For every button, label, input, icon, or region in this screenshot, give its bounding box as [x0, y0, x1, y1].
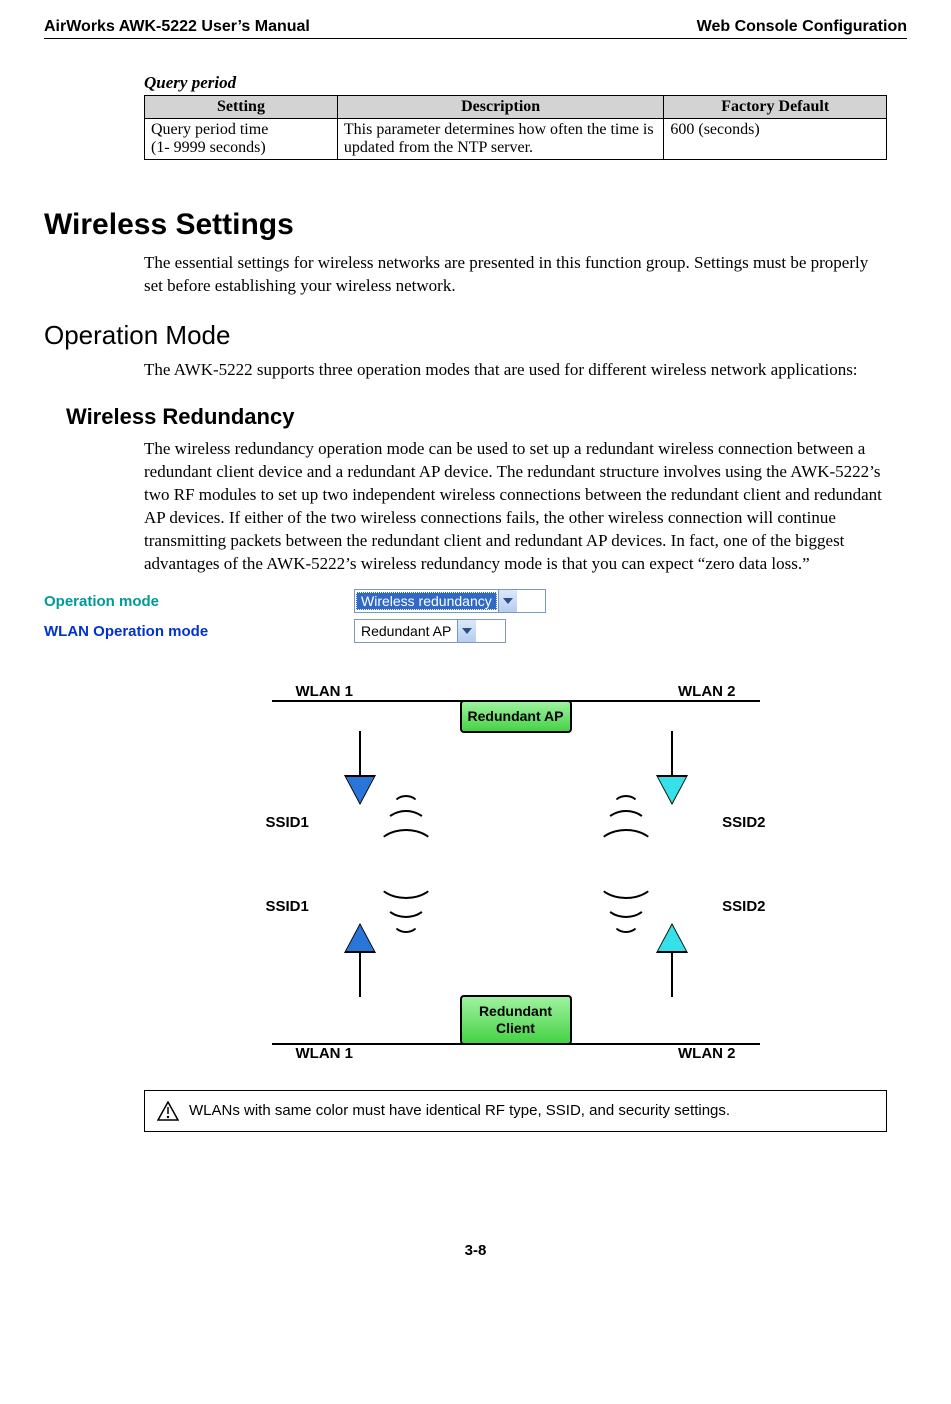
cell-default: 600 (seconds): [664, 119, 887, 160]
query-period-table: Setting Description Factory Default Quer…: [144, 95, 887, 160]
cell-description: This parameter determines how often the …: [337, 119, 663, 160]
radio-waves-icon: [596, 879, 656, 933]
note-text: WLANs with same color must have identica…: [189, 1102, 730, 1119]
antenna-client-right: [658, 925, 686, 997]
running-header-left: AirWorks AWK-5222 User’s Manual: [44, 18, 310, 36]
body-wireless-settings: The essential settings for wireless netw…: [144, 252, 887, 298]
label-wlan-operation-mode: WLAN Operation mode: [44, 623, 354, 640]
body-operation-mode: The AWK-5222 supports three operation mo…: [144, 359, 887, 382]
cell-setting-line1: Query period time: [151, 121, 268, 138]
chevron-down-icon: [457, 620, 476, 642]
diagram-wlan1-bottom: WLAN 1: [296, 1045, 354, 1062]
form-area: Operation mode Wireless redundancy WLAN …: [44, 589, 907, 643]
antenna-client-left: [346, 925, 374, 997]
antenna-ap-left: [346, 731, 374, 803]
diagram-wlan1-top: WLAN 1: [296, 683, 354, 700]
radio-waves-icon: [376, 879, 436, 933]
select-wlan-operation-mode-value: Redundant AP: [355, 623, 457, 639]
radio-waves-icon: [596, 795, 656, 849]
body-wireless-redundancy: The wireless redundancy operation mode c…: [144, 438, 887, 576]
page-number: 3-8: [44, 1242, 907, 1259]
warning-icon: [157, 1101, 179, 1121]
radio-waves-icon: [376, 795, 436, 849]
table-row: Query period time (1- 9999 seconds) This…: [145, 119, 887, 160]
chevron-down-icon: [498, 590, 517, 612]
select-operation-mode-value: Wireless redundancy: [356, 592, 497, 610]
diagram-client-box: Redundant Client: [460, 995, 572, 1045]
col-description: Description: [337, 96, 663, 119]
select-wlan-operation-mode[interactable]: Redundant AP: [354, 619, 506, 643]
col-setting: Setting: [145, 96, 338, 119]
running-header-right: Web Console Configuration: [697, 18, 907, 36]
diagram-wlan2-top: WLAN 2: [678, 683, 736, 700]
diagram-ssid2-bottom: SSID2: [722, 898, 765, 915]
diagram-ssid1-bottom: SSID1: [266, 898, 309, 915]
table-caption: Query period: [144, 73, 887, 93]
antenna-ap-right: [658, 731, 686, 803]
heading-wireless-redundancy: Wireless Redundancy: [66, 404, 887, 430]
diagram-ssid1-top: SSID1: [266, 814, 309, 831]
redundancy-diagram: WLAN 1 WLAN 2 Redundant AP: [236, 683, 796, 1061]
note-box: WLANs with same color must have identica…: [144, 1090, 887, 1132]
cell-setting: Query period time (1- 9999 seconds): [145, 119, 338, 160]
heading-wireless-settings: Wireless Settings: [44, 208, 907, 242]
diagram-ap-box: Redundant AP: [460, 700, 572, 733]
select-operation-mode[interactable]: Wireless redundancy: [354, 589, 546, 613]
diagram-wlan2-bottom: WLAN 2: [678, 1045, 736, 1062]
heading-operation-mode: Operation Mode: [44, 320, 907, 351]
col-factory-default: Factory Default: [664, 96, 887, 119]
running-header: AirWorks AWK-5222 User’s Manual Web Cons…: [44, 18, 907, 39]
label-operation-mode: Operation mode: [44, 593, 354, 610]
cell-setting-line2: (1- 9999 seconds): [151, 139, 266, 156]
diagram-ssid2-top: SSID2: [722, 814, 765, 831]
